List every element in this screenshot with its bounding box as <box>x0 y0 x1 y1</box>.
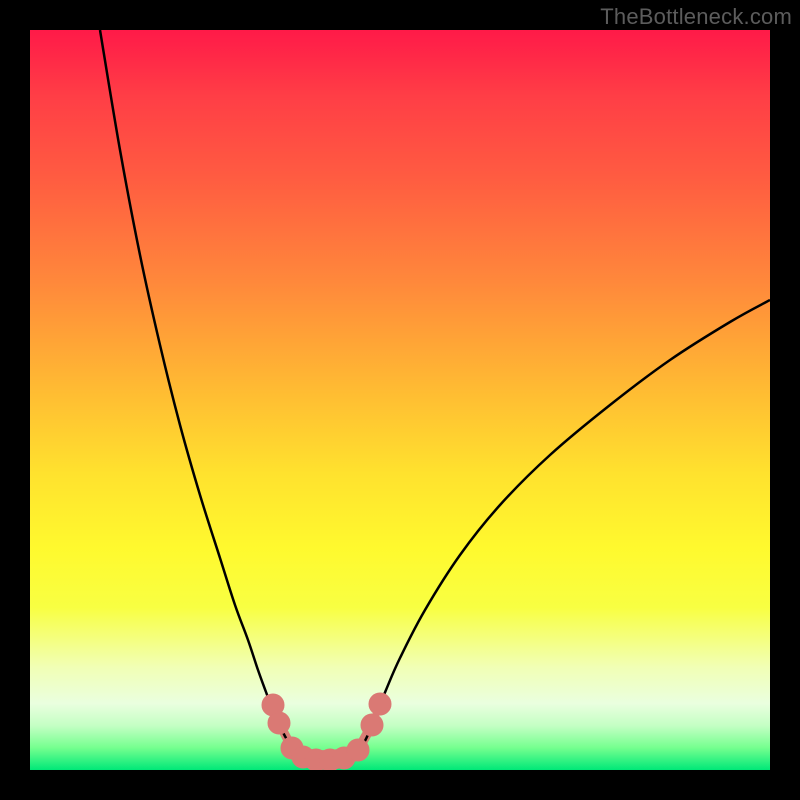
marker-dot <box>369 693 391 715</box>
marker-group <box>262 693 391 770</box>
curve-right-branch <box>340 300 770 760</box>
watermark-label: TheBottleneck.com <box>600 4 792 30</box>
marker-dot <box>347 739 369 761</box>
marker-dot <box>268 712 290 734</box>
outer-frame: TheBottleneck.com <box>0 0 800 800</box>
bottleneck-curve-svg <box>30 30 770 770</box>
curve-left-branch <box>100 30 340 760</box>
gradient-plot-area <box>30 30 770 770</box>
marker-dot <box>361 714 383 736</box>
